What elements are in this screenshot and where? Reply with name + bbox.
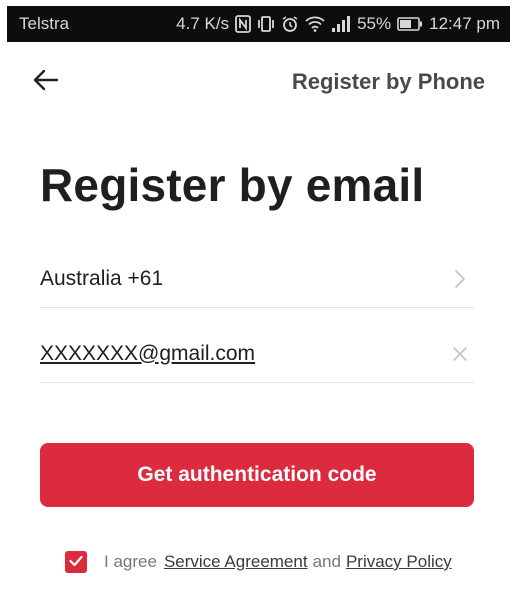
page-title: Register by email (40, 159, 425, 211)
battery-percent: 55% (357, 14, 392, 33)
back-button[interactable] (28, 64, 64, 100)
get-authentication-code-button[interactable]: Get authentication code (40, 443, 474, 507)
arrow-left-icon (33, 69, 59, 96)
privacy-policy-link[interactable]: Privacy Policy (346, 552, 452, 572)
clock-time: 12:47 pm (429, 14, 500, 33)
chevron-right-icon (446, 265, 474, 293)
register-by-phone-link[interactable]: Register by Phone (292, 69, 485, 95)
battery-icon (397, 17, 423, 31)
email-input[interactable] (40, 341, 420, 366)
country-code-value: Australia +61 (40, 266, 164, 290)
email-field-row (40, 325, 474, 383)
wifi-icon (305, 16, 325, 32)
vibrate-icon (257, 15, 275, 33)
signal-icon (331, 16, 351, 32)
agreement-conjunction: and (312, 552, 341, 571)
carrier-name: Telstra (19, 14, 70, 33)
country-selector[interactable]: Australia +61 (40, 250, 474, 308)
agreement-prefix: I agree (104, 552, 157, 571)
status-bar: Telstra 4.7 K/s 55% 12:47 pm (7, 6, 510, 42)
service-agreement-link[interactable]: Service Agreement (164, 552, 308, 572)
nav-bar: Register by Phone (0, 56, 517, 106)
agree-checkbox[interactable] (65, 551, 87, 573)
checkmark-icon (69, 552, 83, 572)
status-indicators: 4.7 K/s 55% 12:47 pm (176, 14, 500, 34)
agreement-row: I agree Service Agreement and Privacy Po… (65, 551, 452, 573)
alarm-icon (281, 15, 299, 33)
nfc-icon (235, 15, 251, 33)
close-icon[interactable] (446, 340, 474, 368)
network-speed: 4.7 K/s (176, 14, 230, 33)
